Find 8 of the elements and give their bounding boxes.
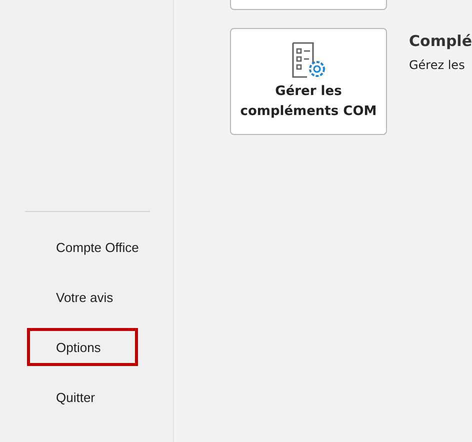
section-description: Gérez les — [409, 58, 466, 72]
list-gear-icon — [290, 42, 326, 80]
manage-com-addins-button[interactable]: Gérer les compléments COM — [230, 28, 387, 135]
sidebar-item[interactable]: Compte Office — [27, 228, 142, 266]
section-title: Complé — [409, 32, 472, 50]
sidebar-item[interactable]: Options — [27, 328, 138, 366]
sidebar-item[interactable]: Votre avis — [27, 278, 138, 316]
sidebar-item[interactable]: Quitter — [27, 378, 138, 416]
